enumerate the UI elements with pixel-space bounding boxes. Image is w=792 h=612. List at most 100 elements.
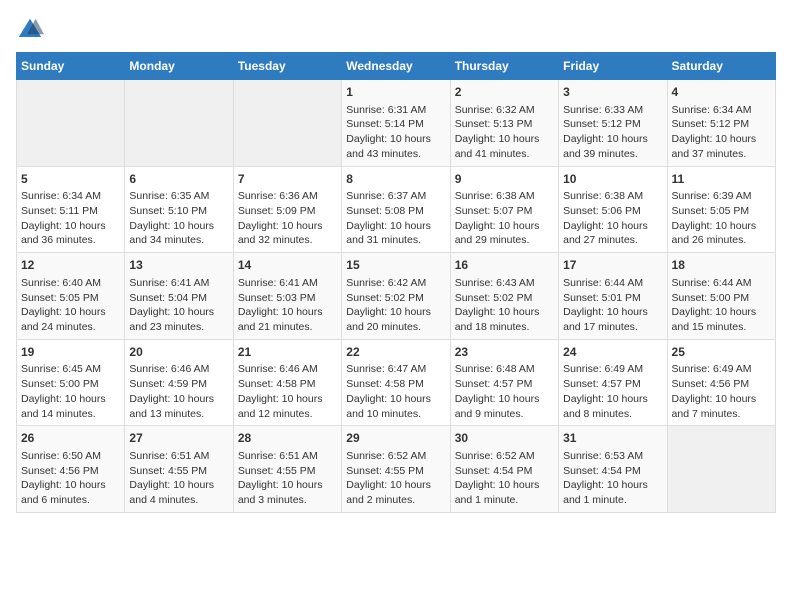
day-info: Sunrise: 6:44 AM [563, 276, 662, 291]
day-info: Daylight: 10 hours and 6 minutes. [21, 478, 120, 507]
day-info: Daylight: 10 hours and 36 minutes. [21, 219, 120, 248]
day-info: Sunrise: 6:52 AM [455, 449, 554, 464]
day-number: 30 [455, 430, 554, 447]
day-info: Sunrise: 6:41 AM [129, 276, 228, 291]
week-row-2: 5Sunrise: 6:34 AMSunset: 5:11 PMDaylight… [17, 166, 776, 253]
header-row: SundayMondayTuesdayWednesdayThursdayFrid… [17, 53, 776, 80]
day-info: Daylight: 10 hours and 1 minute. [455, 478, 554, 507]
day-info: Daylight: 10 hours and 7 minutes. [672, 392, 771, 421]
day-info: Sunset: 5:12 PM [563, 117, 662, 132]
day-number: 28 [238, 430, 337, 447]
calendar-cell: 17Sunrise: 6:44 AMSunset: 5:01 PMDayligh… [559, 253, 667, 340]
day-info: Sunrise: 6:49 AM [563, 362, 662, 377]
day-info: Daylight: 10 hours and 18 minutes. [455, 305, 554, 334]
week-row-4: 19Sunrise: 6:45 AMSunset: 5:00 PMDayligh… [17, 339, 776, 426]
day-number: 12 [21, 257, 120, 274]
day-number: 8 [346, 171, 445, 188]
day-info: Sunrise: 6:52 AM [346, 449, 445, 464]
day-info: Sunset: 5:06 PM [563, 204, 662, 219]
day-info: Sunrise: 6:39 AM [672, 189, 771, 204]
day-info: Sunrise: 6:40 AM [21, 276, 120, 291]
day-info: Sunrise: 6:38 AM [563, 189, 662, 204]
day-info: Daylight: 10 hours and 27 minutes. [563, 219, 662, 248]
day-number: 1 [346, 84, 445, 101]
day-info: Sunset: 5:07 PM [455, 204, 554, 219]
day-info: Sunset: 4:56 PM [21, 464, 120, 479]
day-number: 25 [672, 344, 771, 361]
day-info: Sunset: 5:09 PM [238, 204, 337, 219]
day-number: 2 [455, 84, 554, 101]
day-number: 26 [21, 430, 120, 447]
day-info: Sunset: 4:58 PM [346, 377, 445, 392]
calendar-cell: 1Sunrise: 6:31 AMSunset: 5:14 PMDaylight… [342, 80, 450, 167]
day-info: Sunrise: 6:31 AM [346, 103, 445, 118]
day-info: Daylight: 10 hours and 8 minutes. [563, 392, 662, 421]
logo-icon [16, 16, 44, 44]
calendar-cell: 2Sunrise: 6:32 AMSunset: 5:13 PMDaylight… [450, 80, 558, 167]
calendar-cell: 16Sunrise: 6:43 AMSunset: 5:02 PMDayligh… [450, 253, 558, 340]
week-row-5: 26Sunrise: 6:50 AMSunset: 4:56 PMDayligh… [17, 426, 776, 513]
column-header-monday: Monday [125, 53, 233, 80]
calendar-cell: 11Sunrise: 6:39 AMSunset: 5:05 PMDayligh… [667, 166, 775, 253]
day-info: Sunset: 4:57 PM [455, 377, 554, 392]
day-number: 3 [563, 84, 662, 101]
day-info: Sunrise: 6:41 AM [238, 276, 337, 291]
day-info: Sunrise: 6:46 AM [129, 362, 228, 377]
day-info: Daylight: 10 hours and 2 minutes. [346, 478, 445, 507]
day-info: Sunrise: 6:48 AM [455, 362, 554, 377]
day-number: 20 [129, 344, 228, 361]
day-info: Daylight: 10 hours and 41 minutes. [455, 132, 554, 161]
day-info: Sunset: 4:54 PM [563, 464, 662, 479]
calendar-cell: 8Sunrise: 6:37 AMSunset: 5:08 PMDaylight… [342, 166, 450, 253]
column-header-thursday: Thursday [450, 53, 558, 80]
day-info: Daylight: 10 hours and 1 minute. [563, 478, 662, 507]
calendar-cell [125, 80, 233, 167]
day-info: Sunset: 4:55 PM [238, 464, 337, 479]
calendar-cell: 3Sunrise: 6:33 AMSunset: 5:12 PMDaylight… [559, 80, 667, 167]
day-info: Sunrise: 6:34 AM [672, 103, 771, 118]
day-info: Sunrise: 6:36 AM [238, 189, 337, 204]
day-info: Sunset: 5:11 PM [21, 204, 120, 219]
day-number: 6 [129, 171, 228, 188]
calendar-cell: 30Sunrise: 6:52 AMSunset: 4:54 PMDayligh… [450, 426, 558, 513]
calendar-cell: 12Sunrise: 6:40 AMSunset: 5:05 PMDayligh… [17, 253, 125, 340]
day-info: Sunset: 4:58 PM [238, 377, 337, 392]
day-number: 11 [672, 171, 771, 188]
day-info: Daylight: 10 hours and 34 minutes. [129, 219, 228, 248]
calendar-cell: 23Sunrise: 6:48 AMSunset: 4:57 PMDayligh… [450, 339, 558, 426]
day-info: Sunrise: 6:44 AM [672, 276, 771, 291]
page-header [16, 16, 776, 44]
calendar-cell: 15Sunrise: 6:42 AMSunset: 5:02 PMDayligh… [342, 253, 450, 340]
calendar-cell: 27Sunrise: 6:51 AMSunset: 4:55 PMDayligh… [125, 426, 233, 513]
calendar-cell: 14Sunrise: 6:41 AMSunset: 5:03 PMDayligh… [233, 253, 341, 340]
day-number: 24 [563, 344, 662, 361]
day-info: Daylight: 10 hours and 4 minutes. [129, 478, 228, 507]
day-info: Sunrise: 6:53 AM [563, 449, 662, 464]
day-info: Sunset: 5:08 PM [346, 204, 445, 219]
day-number: 21 [238, 344, 337, 361]
day-info: Sunset: 4:56 PM [672, 377, 771, 392]
day-info: Sunrise: 6:45 AM [21, 362, 120, 377]
calendar-cell: 13Sunrise: 6:41 AMSunset: 5:04 PMDayligh… [125, 253, 233, 340]
calendar-cell: 5Sunrise: 6:34 AMSunset: 5:11 PMDaylight… [17, 166, 125, 253]
day-info: Daylight: 10 hours and 15 minutes. [672, 305, 771, 334]
day-number: 19 [21, 344, 120, 361]
day-info: Sunrise: 6:50 AM [21, 449, 120, 464]
day-info: Sunrise: 6:51 AM [129, 449, 228, 464]
day-number: 10 [563, 171, 662, 188]
day-info: Sunrise: 6:51 AM [238, 449, 337, 464]
calendar-cell: 6Sunrise: 6:35 AMSunset: 5:10 PMDaylight… [125, 166, 233, 253]
calendar-cell: 7Sunrise: 6:36 AMSunset: 5:09 PMDaylight… [233, 166, 341, 253]
day-info: Sunset: 5:02 PM [346, 291, 445, 306]
day-info: Sunset: 5:00 PM [21, 377, 120, 392]
calendar-cell: 26 Sunrise: 6:50 AMSunset: 4:56 PMDayligh… [17, 426, 125, 513]
day-number: 16 [455, 257, 554, 274]
day-info: Daylight: 10 hours and 26 minutes. [672, 219, 771, 248]
calendar-cell: 21Sunrise: 6:46 AMSunset: 4:58 PMDayligh… [233, 339, 341, 426]
day-number: 4 [672, 84, 771, 101]
day-number: 9 [455, 171, 554, 188]
calendar-cell: 29Sunrise: 6:52 AMSunset: 4:55 PMDayligh… [342, 426, 450, 513]
day-info: Daylight: 10 hours and 14 minutes. [21, 392, 120, 421]
day-info: Daylight: 10 hours and 17 minutes. [563, 305, 662, 334]
day-info: Sunset: 5:00 PM [672, 291, 771, 306]
